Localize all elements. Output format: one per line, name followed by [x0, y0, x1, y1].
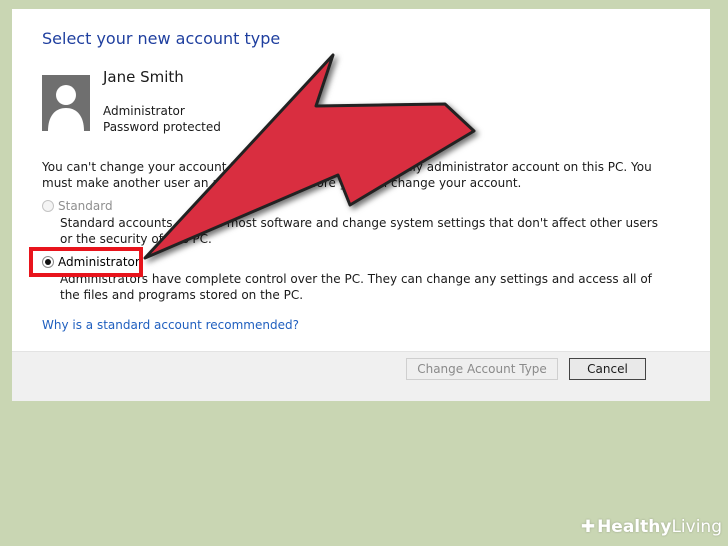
administrator-description: Administrators have complete control ove…	[60, 272, 652, 302]
user-avatar	[42, 75, 90, 131]
change-account-type-button[interactable]: Change Account Type	[406, 358, 558, 380]
cancel-button[interactable]: Cancel	[569, 358, 646, 380]
healthy-living-logo: ✚ Healthy Living	[581, 513, 722, 541]
standard-radio[interactable]	[42, 200, 54, 212]
notice-text: You can't change your account type becau…	[42, 160, 652, 190]
account-type-dialog: Select your new account type Jane Smith …	[12, 9, 710, 401]
standard-label: Standard	[58, 199, 113, 213]
user-name: Jane Smith	[103, 68, 184, 86]
user-password-status: Password protected	[103, 120, 221, 134]
person-icon	[42, 75, 90, 131]
standard-description: Standard accounts can use most software …	[60, 216, 658, 246]
administrator-highlight-box	[29, 247, 143, 277]
logo-word-healthy: Healthy	[597, 517, 672, 537]
standard-option[interactable]: Standard	[42, 199, 113, 213]
user-role: Administrator	[103, 104, 185, 118]
plus-icon: ✚	[580, 517, 596, 537]
logo-word-living: Living	[671, 517, 722, 537]
standard-account-help-link[interactable]: Why is a standard account recommended?	[42, 318, 299, 332]
dialog-title: Select your new account type	[42, 29, 281, 48]
